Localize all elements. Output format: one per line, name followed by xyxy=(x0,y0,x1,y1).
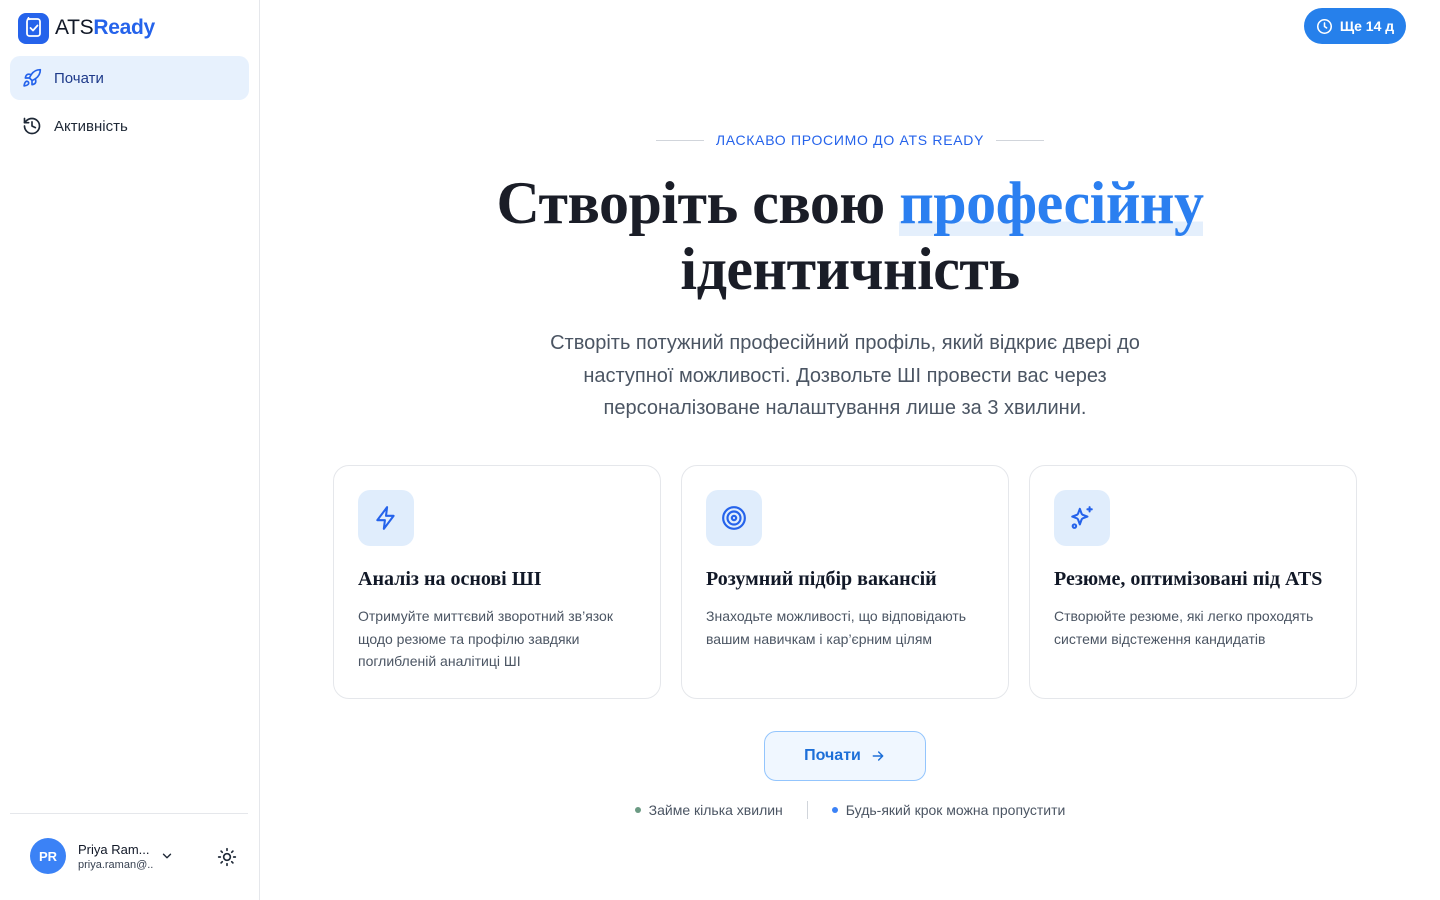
user-info: Priya Ram... priya.raman@... xyxy=(78,842,154,871)
welcome-eyebrow: ЛАСКАВО ПРОСИМО ДО ATS READY xyxy=(260,132,1440,148)
main-content: ЛАСКАВО ПРОСИМО ДО ATS READY Створіть св… xyxy=(260,0,1440,900)
brand-logo[interactable]: ATSReady xyxy=(18,12,155,44)
user-name: Priya Ram... xyxy=(78,841,150,857)
sparkles-icon xyxy=(1071,506,1093,529)
page-title: Створіть свою професійну ідентичність xyxy=(260,170,1440,302)
feature-card-ats-resume: Резюме, оптимізовані під ATS Створюйте р… xyxy=(1029,465,1357,699)
card-icon-box xyxy=(1054,490,1110,546)
card-icon-box xyxy=(706,490,762,546)
brand-name-part2: Ready xyxy=(93,16,155,39)
lightning-icon xyxy=(376,506,395,530)
status-dot xyxy=(634,807,641,813)
footnote-skippable: Будь-який крок можна пропустити xyxy=(831,802,1066,818)
sidebar: ATSReady Почати Активність PR Priya Ram.… xyxy=(0,0,260,900)
eyebrow-line-right xyxy=(996,139,1045,141)
title-part2: ідентичність xyxy=(680,236,1020,302)
status-dot xyxy=(831,807,838,813)
sidebar-item-label: Активність xyxy=(54,117,128,135)
brand-name: ATSReady xyxy=(55,16,155,40)
footnotes: Займе кілька хвилин Будь-який крок можна… xyxy=(260,801,1440,819)
feature-card-job-matching: Розумний підбір вакансій Знаходьте можли… xyxy=(681,465,1009,699)
history-icon xyxy=(23,117,41,135)
chevron-down-icon[interactable] xyxy=(160,849,174,863)
footnote-text: Займе кілька хвилин xyxy=(648,802,783,818)
rocket-icon xyxy=(23,68,42,87)
card-description: Створюйте резюме, які легко проходять си… xyxy=(1054,608,1314,647)
hero-subtitle: Створіть потужний професійний профіль, я… xyxy=(550,332,1140,419)
sidebar-item-label: Почати xyxy=(54,69,104,87)
user-email: priya.raman@... xyxy=(78,858,154,871)
card-title: Розумний підбір вакансій xyxy=(706,568,937,590)
sidebar-divider xyxy=(10,813,248,814)
brand-name-part1: ATS xyxy=(55,16,94,39)
app-root: ATSReady Почати Активність PR Priya Ram.… xyxy=(0,0,1440,900)
target-icon xyxy=(722,506,746,530)
title-accent: професійну xyxy=(899,170,1204,236)
theme-toggle-button[interactable] xyxy=(216,846,238,868)
footnote-duration: Займе кілька хвилин xyxy=(634,802,783,818)
sidebar-item-start[interactable]: Почати xyxy=(10,56,249,100)
card-title: Аналіз на основі ШІ xyxy=(358,568,542,590)
sidebar-nav: Почати Активність xyxy=(10,56,249,152)
start-button-label: Почати xyxy=(804,747,861,764)
footnote-text: Будь-який крок можна пропустити xyxy=(845,802,1066,818)
card-description: Отримуйте миттєвий зворотний зв’язок щод… xyxy=(358,608,613,669)
eyebrow-text: ЛАСКАВО ПРОСИМО ДО ATS READY xyxy=(715,132,985,148)
logo-icon xyxy=(18,12,49,44)
avatar: PR xyxy=(30,838,66,874)
feature-cards: Аналіз на основі ШІ Отримуйте миттєвий з… xyxy=(333,465,1357,699)
sun-icon xyxy=(217,847,237,867)
sidebar-item-activity[interactable]: Активність xyxy=(10,104,249,148)
title-part1: Створіть свою xyxy=(496,170,900,236)
card-icon-box xyxy=(358,490,414,546)
eyebrow-line-left xyxy=(655,139,704,141)
arrow-right-icon xyxy=(872,751,884,761)
feature-card-ai-analysis: Аналіз на основі ШІ Отримуйте миттєвий з… xyxy=(333,465,661,699)
user-profile[interactable]: PR Priya Ram... priya.raman@... xyxy=(30,838,245,874)
card-title: Резюме, оптимізовані під ATS xyxy=(1054,568,1323,590)
card-description: Знаходьте можливості, що відповідають ва… xyxy=(706,608,967,647)
footnote-divider xyxy=(806,801,808,819)
start-button[interactable]: Почати xyxy=(764,731,926,781)
